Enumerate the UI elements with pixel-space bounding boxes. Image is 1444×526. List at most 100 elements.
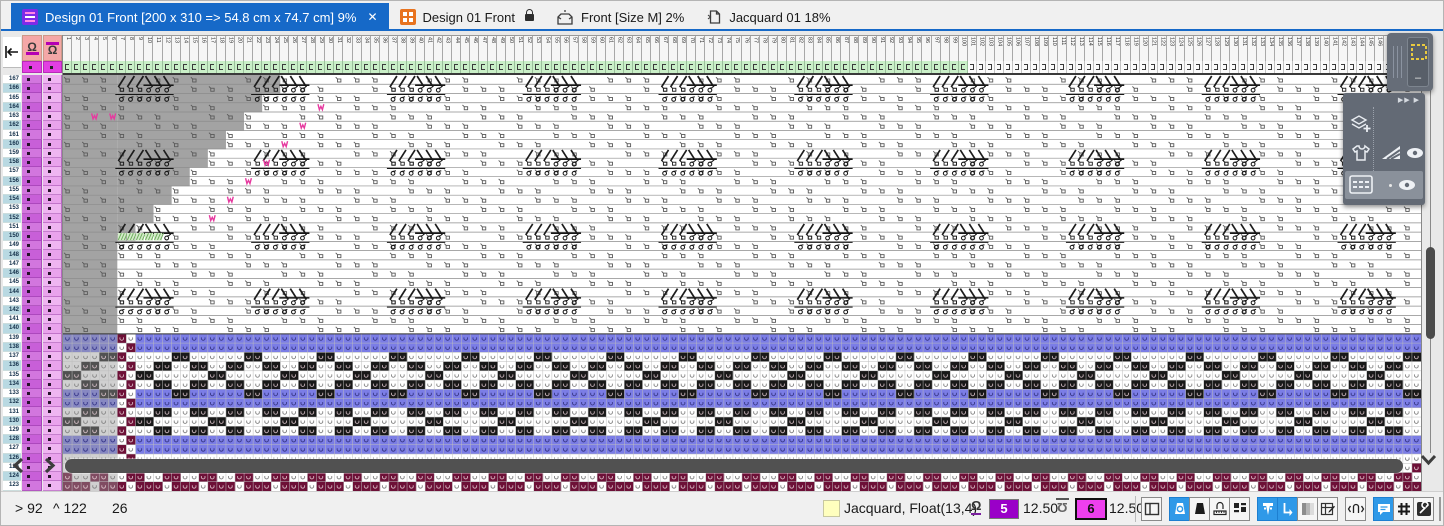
row-symbol-a[interactable] [22, 297, 42, 306]
needle-cell[interactable] [63, 61, 72, 73]
row-number[interactable]: 129 [3, 426, 21, 435]
column-number[interactable]: 21 [244, 36, 253, 62]
needle-cell[interactable] [1103, 61, 1112, 73]
needle-cell[interactable] [90, 61, 99, 73]
column-number[interactable]: 124 [1176, 36, 1185, 62]
row-symbol-a[interactable] [22, 195, 42, 204]
column-number[interactable]: 78 [760, 36, 769, 62]
row-number[interactable]: 164 [3, 103, 21, 112]
column-number[interactable]: 109 [1040, 36, 1049, 62]
needle-cell[interactable] [325, 61, 334, 73]
column-number[interactable]: 37 [389, 36, 398, 62]
needle-cell[interactable] [742, 61, 751, 73]
needle-cell[interactable] [1031, 61, 1040, 73]
knitting-sequence-button[interactable] [1277, 497, 1298, 521]
column-number[interactable]: 16 [199, 36, 208, 62]
column-number[interactable]: 131 [1239, 36, 1248, 62]
loop-width-button[interactable] [1345, 497, 1366, 521]
row-symbol-b[interactable] [43, 278, 62, 287]
row-symbol-a[interactable] [22, 84, 42, 93]
row-symbol-b[interactable] [43, 158, 62, 167]
column-number[interactable]: 38 [398, 36, 407, 62]
needle-cell[interactable] [208, 61, 217, 73]
row-symbol-a[interactable] [22, 435, 42, 444]
row-symbol-b[interactable] [43, 195, 62, 204]
needle-cell[interactable] [760, 61, 769, 73]
needle-cell[interactable] [434, 61, 443, 73]
column-number[interactable]: 145 [1366, 36, 1375, 62]
needle-cell[interactable] [163, 61, 172, 73]
column-number[interactable]: 146 [1375, 36, 1384, 62]
row-symbol-a[interactable] [22, 417, 42, 426]
shade-view-button[interactable] [1297, 497, 1318, 521]
row-symbol-b[interactable] [43, 241, 62, 250]
needle-cell[interactable] [371, 61, 380, 73]
needle-cell[interactable] [977, 61, 986, 73]
scroll-left-icon[interactable] [11, 457, 25, 479]
needle-cell[interactable] [1140, 61, 1149, 73]
selection-rect-icon[interactable] [1410, 43, 1428, 61]
column-number[interactable]: 105 [1004, 36, 1013, 62]
needle-cell[interactable] [1257, 61, 1266, 73]
horizontal-scrollbar-thumb[interactable] [65, 459, 1403, 473]
needle-cell[interactable] [705, 61, 714, 73]
column-number[interactable]: 65 [642, 36, 651, 62]
column-number[interactable]: 2 [72, 36, 81, 62]
needle-cell[interactable] [904, 61, 913, 73]
column-number[interactable]: 104 [995, 36, 1004, 62]
column-number[interactable]: 41 [425, 36, 434, 62]
front-stitch-number[interactable]: 5 [989, 499, 1019, 519]
needle-cell[interactable] [1339, 61, 1348, 73]
column-number[interactable]: 29 [316, 36, 325, 62]
column-number[interactable]: 40 [416, 36, 425, 62]
column-number[interactable]: 60 [597, 36, 606, 62]
row-symbol-a[interactable] [22, 103, 42, 112]
needle-cell[interactable] [877, 61, 886, 73]
column-number[interactable]: 33 [353, 36, 362, 62]
row-number[interactable]: 146 [3, 269, 21, 278]
needle-cell[interactable] [1158, 61, 1167, 73]
needle-cell[interactable] [190, 61, 199, 73]
row-symbol-a[interactable] [22, 334, 42, 343]
needle-cell[interactable] [913, 61, 922, 73]
column-number[interactable]: 138 [1302, 36, 1311, 62]
needle-cell[interactable] [723, 61, 732, 73]
row-symbol-b[interactable] [43, 186, 62, 195]
row-symbol-b[interactable] [43, 371, 62, 380]
column-number[interactable]: 130 [1230, 36, 1239, 62]
vertical-scrollbar-thumb[interactable] [1426, 247, 1435, 339]
row-symbol-a[interactable] [22, 371, 42, 380]
layers-add-button[interactable] [1345, 109, 1423, 137]
column-number[interactable]: 66 [651, 36, 660, 62]
eye-icon[interactable] [1398, 179, 1416, 191]
needle-cell[interactable] [995, 61, 1004, 73]
row-symbol-b[interactable] [43, 112, 62, 121]
column-number[interactable]: 8 [126, 36, 135, 62]
row-symbol-a[interactable] [22, 204, 42, 213]
column-number[interactable]: 58 [579, 36, 588, 62]
row-symbol-b[interactable] [43, 315, 62, 324]
column-number[interactable]: 17 [208, 36, 217, 62]
column-number[interactable]: 72 [705, 36, 714, 62]
column-number[interactable]: 35 [371, 36, 380, 62]
column-number[interactable]: 12 [163, 36, 172, 62]
row-symbol-a[interactable] [22, 278, 42, 287]
needle-cell[interactable] [651, 61, 660, 73]
column-number[interactable]: 45 [461, 36, 470, 62]
row-number[interactable]: 149 [3, 241, 21, 250]
needle-cell[interactable] [787, 61, 796, 73]
row-number[interactable]: 135 [3, 371, 21, 380]
pattern-edit-button[interactable] [1317, 497, 1338, 521]
column-number[interactable]: 113 [1076, 36, 1085, 62]
needle-cell[interactable] [1330, 61, 1339, 73]
row-number[interactable]: 131 [3, 407, 21, 416]
needle-cell[interactable] [72, 61, 81, 73]
row-number[interactable]: 140 [3, 324, 21, 333]
column-number[interactable]: 7 [117, 36, 126, 62]
row-number[interactable]: 165 [3, 93, 21, 102]
column-number[interactable]: 5 [99, 36, 108, 62]
column-number[interactable]: 88 [850, 36, 859, 62]
grid-toggle-button[interactable] [1393, 497, 1414, 521]
panel-grip[interactable] [1393, 46, 1405, 78]
needle-cell[interactable] [823, 61, 832, 73]
